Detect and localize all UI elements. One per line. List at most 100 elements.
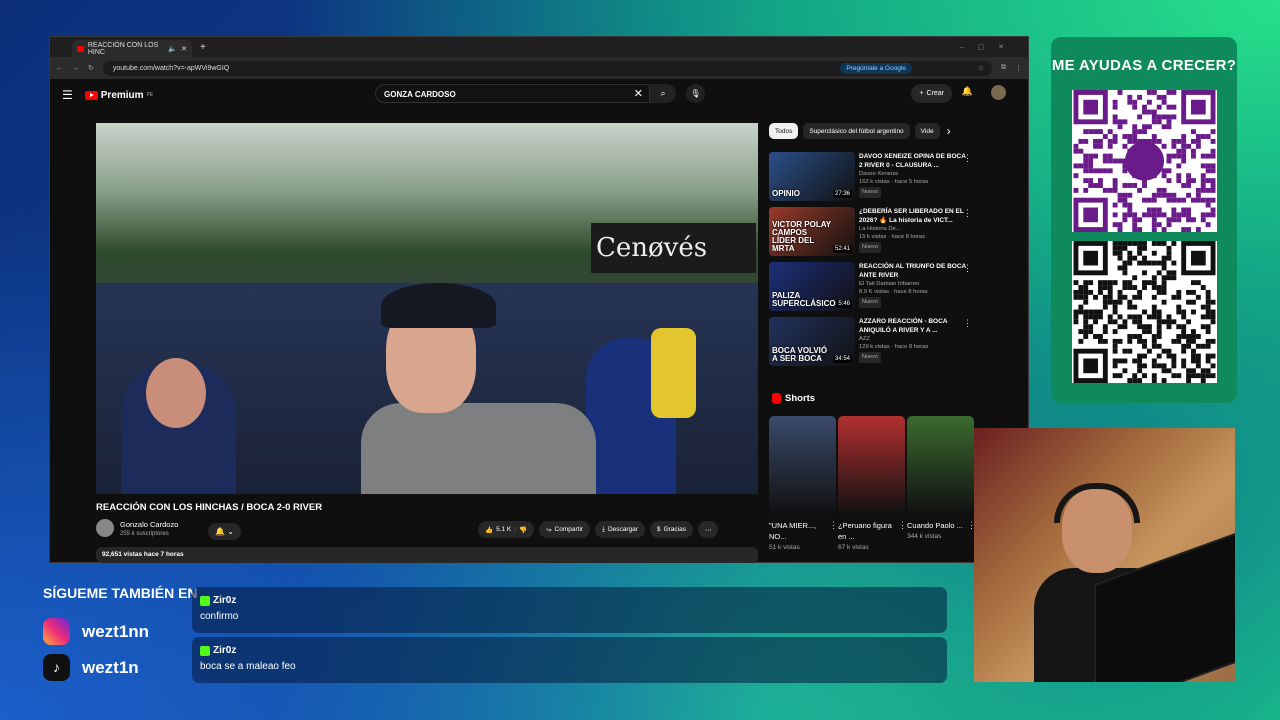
- video-thumbnail[interactable]: VICTOR POLAY CAMPOS LÍDER DEL MRTA 52:41: [769, 207, 855, 256]
- short-thumbnail[interactable]: [769, 416, 836, 514]
- description-box[interactable]: 92,651 vistas hace 7 horas: [96, 547, 758, 563]
- chat-text: confirmo: [200, 611, 239, 622]
- tab-title: REACCIÓN CON LOS HINC: [87, 41, 159, 56]
- filter-chip[interactable]: Todos: [769, 123, 799, 139]
- action-buttons: 👍 5.1 K | 👎 ↪ Compartir ⤓ Descargar $ Gracias …: [478, 521, 719, 538]
- search-value: GONZA CARDOSO: [384, 90, 456, 99]
- short-info[interactable]: ¿Peruano figura en ... 67 k vistas: [838, 520, 896, 553]
- thumbnail-text: PALIZA SUPERCLÁSICO: [772, 291, 836, 308]
- bookmark-star-icon[interactable]: ☆: [978, 64, 984, 72]
- channel-avatar[interactable]: [96, 519, 114, 537]
- kick-badge-icon: [200, 595, 210, 606]
- more-options-icon[interactable]: ⋮: [963, 153, 972, 164]
- share-label: Compartir: [554, 526, 584, 533]
- tab-bar: REACCIÓN CON LOS HINC 🔈 ✕ + –▢✕: [50, 37, 1028, 57]
- logo-country: PE: [146, 92, 154, 98]
- youtube-favicon-icon: [77, 45, 84, 52]
- chat-text: boca se a maleao feo: [200, 661, 296, 672]
- thumbs-up-icon: 👍: [485, 526, 494, 534]
- tab-close-icon[interactable]: ✕: [181, 45, 187, 53]
- voice-search-button[interactable]: 🎙: [686, 84, 705, 103]
- short-thumbnail[interactable]: [907, 416, 974, 514]
- browser-tab[interactable]: REACCIÓN CON LOS HINC 🔈 ✕: [72, 40, 192, 57]
- speaker-icon: 🔈: [168, 45, 178, 53]
- create-label: Crear: [926, 90, 944, 97]
- youtube-logo[interactable]: Premium PE: [84, 89, 154, 101]
- qr-pattern-purple: [1073, 90, 1216, 232]
- search-icon: ⌕: [660, 88, 666, 98]
- recommended-video[interactable]: PALIZA SUPERCLÁSICO 5:46 REACCIÓN AL TRIUN…: [769, 262, 974, 312]
- thanks-button[interactable]: $ Gracias: [649, 521, 693, 538]
- channel-name[interactable]: Gonzalo Cardozo: [120, 520, 178, 529]
- video-title: DAVOO XENEIZE OPINA DE BOCA 2 RIVER 0 - …: [859, 153, 966, 169]
- more-actions-button[interactable]: ⋯: [697, 521, 719, 538]
- youtube-header: ☰ Premium PE GONZA CARDOSO ✕ ⌕ 🎙 + Crear …: [50, 79, 1028, 111]
- short-info[interactable]: "UNA MIER..., NO... 51 k vistas: [769, 520, 827, 553]
- window-controls[interactable]: –▢✕: [960, 43, 1018, 51]
- shorts-label: Shorts: [785, 393, 816, 404]
- video-thumbnail[interactable]: PALIZA SUPERCLÁSICO 5:46: [769, 262, 855, 311]
- short-views: 344 k vistas: [907, 533, 942, 540]
- extensions-icon[interactable]: ⧉: [1001, 64, 1006, 72]
- new-tab-icon[interactable]: +: [200, 42, 206, 53]
- youtube-play-icon: [84, 90, 98, 100]
- short-views: 67 k vistas: [838, 544, 869, 551]
- more-options-icon[interactable]: ⋮: [963, 208, 972, 219]
- url-text: youtube.com/watch?v=-apWVi9wGIQ: [112, 64, 230, 72]
- address-bar: ← → ↻ youtube.com/watch?v=-apWVi9wGIQ Pr…: [50, 57, 1028, 79]
- clear-search-icon[interactable]: ✕: [634, 87, 643, 100]
- back-icon[interactable]: ←: [56, 65, 63, 72]
- subscribed-bell-button[interactable]: 🔔 ⌄: [208, 523, 241, 540]
- channel-name: Davoo Xeneize: [859, 171, 899, 177]
- video-player[interactable]: Cenøvés: [96, 123, 758, 494]
- hamburger-icon[interactable]: ☰: [62, 88, 73, 102]
- new-badge: Nuevo: [859, 297, 881, 308]
- like-count: 5.1 K: [496, 526, 512, 533]
- recommended-video[interactable]: VICTOR POLAY CAMPOS LÍDER DEL MRTA 52:41 ¿…: [769, 207, 974, 257]
- video-thumbnail[interactable]: BOCA VOLVIÓ A SER BOCA 34:54: [769, 317, 855, 366]
- channel-name: La Historia De...: [859, 226, 901, 232]
- chat-username: Zir0z: [213, 645, 237, 656]
- video-meta: 15 k vistas · hace 8 horas: [859, 234, 926, 240]
- video-thumbnail[interactable]: OPINIO 27:36: [769, 152, 855, 201]
- more-options-icon[interactable]: ⋮: [963, 263, 972, 274]
- forward-icon[interactable]: →: [72, 65, 79, 72]
- chat-username: Zir0z: [213, 595, 237, 606]
- headphones: [1054, 483, 1140, 523]
- short-info[interactable]: Cuando Paolo ... 344 k vistas: [907, 520, 965, 542]
- yape-qr-code: [1072, 90, 1217, 232]
- like-button[interactable]: 👍 5.1 K | 👎: [478, 521, 535, 538]
- reload-icon[interactable]: ↻: [88, 64, 94, 72]
- search-button[interactable]: ⌕: [650, 84, 676, 103]
- url-field[interactable]: youtube.com/watch?v=-apWVi9wGIQ Pregúnta…: [102, 60, 992, 76]
- notifications-bell-icon[interactable]: 🔔: [962, 86, 973, 97]
- chat-message: Zir0z confirmo: [192, 587, 947, 633]
- filter-chip[interactable]: Vide: [914, 123, 940, 139]
- share-button[interactable]: ↪ Compartir: [539, 521, 591, 538]
- short-options-icon[interactable]: ⋮: [967, 520, 976, 531]
- qr-title: ME AYUDAS A CRECER?: [1051, 57, 1237, 74]
- filter-chip[interactable]: Superclásico del fútbol argentino: [803, 123, 910, 139]
- man-figure: [361, 238, 596, 494]
- thumbs-down-icon[interactable]: 👎: [519, 526, 527, 534]
- short-title: ¿Peruano figura en ...: [838, 521, 892, 541]
- tiktok-username: wezt1n: [82, 657, 139, 677]
- logo-text: Premium: [100, 89, 144, 101]
- download-button[interactable]: ⤓ Descargar: [595, 521, 645, 538]
- chips-next-icon[interactable]: ›: [947, 124, 951, 138]
- chat-user: Zir0z: [200, 645, 939, 656]
- short-thumbnail[interactable]: [838, 416, 905, 514]
- search-input[interactable]: GONZA CARDOSO ✕: [375, 84, 650, 103]
- views-date: 92,651 vistas hace 7 horas: [102, 551, 184, 558]
- instagram-username: wezt1nn: [82, 621, 150, 641]
- account-avatar[interactable]: [991, 85, 1006, 100]
- recommended-video[interactable]: OPINIO 27:36 DAVOO XENEIZE OPINA DE BOCA 2…: [769, 152, 974, 202]
- menu-dots-icon[interactable]: ⋮: [1015, 64, 1022, 72]
- thanks-icon: $: [656, 526, 661, 533]
- kick-badge-icon: [200, 645, 210, 656]
- ask-google-button[interactable]: Pregúntale a Google: [840, 62, 912, 74]
- plus-icon: +: [919, 90, 924, 97]
- more-options-icon[interactable]: ⋮: [963, 318, 972, 329]
- create-button[interactable]: + Crear: [911, 84, 952, 103]
- recommended-video[interactable]: BOCA VOLVIÓ A SER BOCA 34:54 AZZARO REACCI…: [769, 317, 974, 367]
